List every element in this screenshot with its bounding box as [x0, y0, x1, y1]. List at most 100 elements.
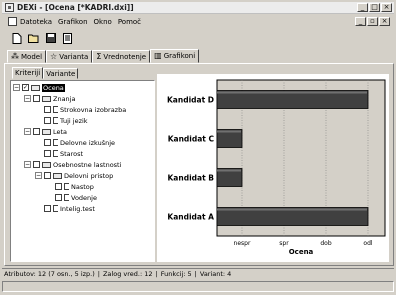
tree-node-label: Intelig.test: [60, 204, 95, 213]
tree-node[interactable]: − ✓ Ocena: [13, 83, 65, 92]
tree-node[interactable]: − Leta: [24, 127, 67, 136]
document-icon[interactable]: [8, 17, 17, 26]
tree-checkbox[interactable]: ✓: [22, 84, 29, 91]
tree-node-label: Nastop: [71, 182, 94, 191]
category-label: Kandidat A: [167, 213, 214, 222]
tree-node[interactable]: − Osebnostne lastnosti: [24, 160, 121, 169]
tree-node[interactable]: − Delovni pristop: [35, 171, 113, 180]
category-label: Kandidat B: [168, 174, 215, 183]
tab-vrednotenje[interactable]: Σ Vrednotenje: [92, 50, 151, 63]
bar-highlight: [217, 130, 241, 133]
tab-vrednotenje-label: Vrednotenje: [103, 52, 147, 61]
content-panel: Kriteriji Variante − ✓ Ocena − Znanja Strokov…: [4, 63, 394, 266]
tree-checkbox[interactable]: [44, 106, 51, 113]
status-zalog: Zalog vred.: 12: [102, 270, 153, 278]
tree-checkbox[interactable]: [33, 95, 40, 102]
tree-checkbox[interactable]: [44, 205, 51, 212]
basic-attribute-icon: [53, 150, 58, 157]
tree-node-label: Delovne izkušnje: [60, 138, 116, 147]
tree-checkbox[interactable]: [44, 150, 51, 157]
maximize-button[interactable]: □: [369, 3, 380, 12]
tree-checkbox[interactable]: [33, 128, 40, 135]
tab-varianta-label: Varianta: [59, 52, 89, 61]
tab-varianta[interactable]: ☆ Varianta: [46, 50, 93, 63]
main-tabs: ⁂ Model ☆ Varianta Σ Vrednotenje ▥ Grafi…: [2, 49, 394, 63]
window-title: DEXi - [Ocena [*KADRI.dxi]]: [17, 3, 134, 12]
tab-variante[interactable]: Variante: [43, 68, 79, 79]
tab-grafikoni-label: Grafikoni: [163, 52, 196, 60]
open-folder-icon[interactable]: [27, 32, 40, 45]
tree-node[interactable]: Strokovna izobrazba: [35, 105, 126, 114]
child-window-controls: _ ▫ ×: [355, 17, 390, 26]
tree-node-label: Osebnostne lastnosti: [53, 160, 122, 169]
tree-node[interactable]: Nastop: [46, 182, 94, 191]
star-icon: ☆: [50, 51, 58, 61]
child-restore-button[interactable]: ▫: [367, 17, 378, 26]
model-icon: ⁂: [11, 51, 19, 61]
status-funkcij: Funkcij: 5: [160, 270, 192, 278]
tree-expander[interactable]: −: [24, 128, 31, 135]
app-window: DEXi - [Ocena [*KADRI.dxi]] _ □ × Datote…: [0, 0, 396, 295]
close-button[interactable]: ×: [381, 3, 392, 12]
basic-attribute-icon: [53, 117, 58, 124]
tree-checkbox[interactable]: [33, 161, 40, 168]
menu-okno[interactable]: Okno: [94, 18, 112, 26]
x-tick-label: odl: [363, 240, 372, 247]
tree-node-label: Tuji jezik: [60, 116, 88, 125]
status-bar: Atributov: 12 (7 osn., 5 izp.) | Zalog v…: [2, 268, 394, 279]
menu-bar: Datoteka Grafikon Okno Pomoč _ ▫ ×: [2, 16, 394, 27]
tree-node-label: Ocena: [42, 83, 65, 92]
tree-expander[interactable]: −: [24, 161, 31, 168]
window-controls: _ □ ×: [357, 3, 392, 12]
child-close-button[interactable]: ×: [379, 17, 390, 26]
x-tick-label: nespr: [234, 240, 251, 247]
tree-node[interactable]: Vodenje: [46, 193, 97, 202]
page-icon[interactable]: [61, 32, 74, 45]
tab-grafikoni[interactable]: ▥ Grafikoni: [150, 49, 200, 63]
save-icon[interactable]: [44, 32, 57, 45]
toolbar: [2, 30, 394, 46]
status-separator: |: [97, 270, 100, 278]
tree-expander[interactable]: −: [35, 172, 42, 179]
tree-checkbox[interactable]: [55, 194, 62, 201]
menu-grafikon[interactable]: Grafikon: [58, 18, 88, 26]
tree-node-label: Delovni pristop: [64, 171, 114, 180]
bar-highlight: [217, 91, 367, 94]
title-bar: DEXi - [Ocena [*KADRI.dxi]] _ □ ×: [2, 2, 394, 14]
tree-checkbox[interactable]: [44, 117, 51, 124]
tree-checkbox[interactable]: [44, 139, 51, 146]
aggregate-node-icon: [31, 84, 40, 91]
aggregate-node-icon: [42, 95, 51, 102]
tab-kriteriji[interactable]: Kriteriji: [12, 67, 44, 79]
status-separator: |: [155, 270, 158, 278]
bar-highlight: [217, 169, 241, 172]
basic-attribute-icon: [64, 194, 69, 201]
tab-model-label: Model: [21, 52, 43, 61]
x-tick-label: dob: [320, 240, 331, 247]
tree-expander[interactable]: −: [24, 95, 31, 102]
aggregate-node-icon: [53, 172, 62, 179]
tree-node[interactable]: Starost: [35, 149, 83, 158]
minimize-button[interactable]: _: [357, 3, 368, 12]
tree-node[interactable]: Tuji jezik: [35, 116, 88, 125]
tree-checkbox[interactable]: [44, 172, 51, 179]
bar-chart: Kandidat D Kandidat C Kandidat B Kandidat A…: [157, 74, 389, 262]
basic-attribute-icon: [53, 106, 58, 113]
tree-node[interactable]: Delovne izkušnje: [35, 138, 115, 147]
tree-checkbox[interactable]: [55, 183, 62, 190]
tree-node[interactable]: Intelig.test: [35, 204, 95, 213]
left-pane: Kriteriji Variante − ✓ Ocena − Znanja Strokov…: [8, 67, 155, 262]
menu-pomoc[interactable]: Pomoč: [118, 18, 141, 26]
x-axis-label: Ocena: [289, 248, 314, 256]
tree-node[interactable]: − Znanja: [24, 94, 75, 103]
new-file-icon[interactable]: [10, 32, 23, 45]
tree-node-label: Starost: [60, 149, 84, 158]
bottom-panel: [2, 281, 394, 292]
menu-datoteka[interactable]: Datoteka: [20, 18, 52, 26]
sigma-icon: Σ: [96, 51, 102, 61]
basic-attribute-icon: [53, 139, 58, 146]
tab-model[interactable]: ⁂ Model: [7, 50, 47, 63]
child-minimize-button[interactable]: _: [355, 17, 366, 26]
basic-attribute-icon: [53, 205, 58, 212]
tree-expander[interactable]: −: [13, 84, 20, 91]
